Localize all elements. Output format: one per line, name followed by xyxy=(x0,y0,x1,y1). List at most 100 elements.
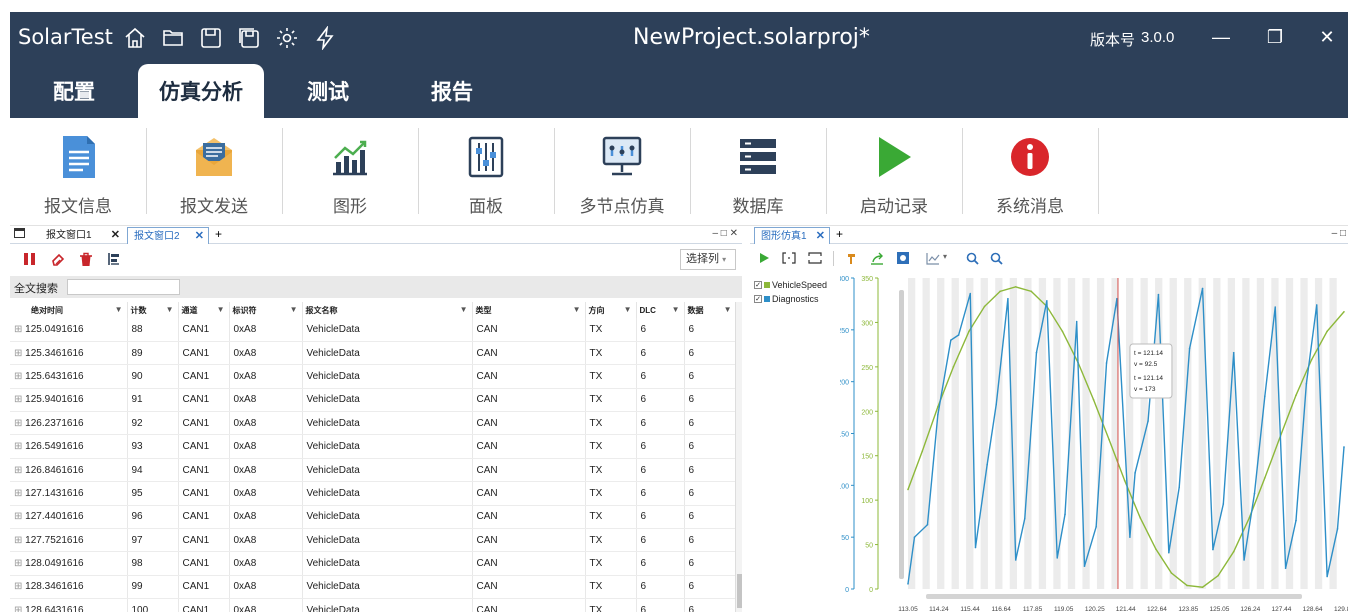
table-row[interactable]: ⊞ 127.4401616 96 CAN1 0xA8 VehicleData CAN TX 6… xyxy=(10,505,737,530)
lightning-icon[interactable] xyxy=(312,25,338,51)
ribbon-system-messages[interactable]: 系统消息 xyxy=(962,128,1098,220)
expand-icon[interactable]: ⊞ xyxy=(14,418,25,429)
column-header[interactable]: 通道 ▼ xyxy=(178,302,230,318)
ribbon-multinode-sim[interactable]: 多节点仿真 xyxy=(554,128,690,220)
filter-icon[interactable]: ▼ xyxy=(217,305,225,314)
chevron-down-icon[interactable]: ▾ xyxy=(943,252,947,261)
fit-height-icon[interactable] xyxy=(808,252,822,264)
table-row[interactable]: ⊞ 128.0491616 98 CAN1 0xA8 VehicleData CAN TX 6… xyxy=(10,551,737,576)
zoom-in-icon[interactable] xyxy=(966,252,979,265)
tab-message-window-1[interactable]: 报文窗口1 ✕ xyxy=(40,227,124,244)
close-button[interactable]: ✕ xyxy=(1312,22,1342,52)
column-header[interactable]: 绝对时间 ▼ xyxy=(10,302,128,318)
pause-icon[interactable] xyxy=(22,251,38,267)
signal-chart[interactable]: 0 50 100 150 200 250 300 0 50 100 150 200 250 300 350 1… xyxy=(840,270,1348,612)
eraser-icon[interactable] xyxy=(50,251,66,267)
align-list-icon[interactable] xyxy=(106,251,122,267)
legend-item-diagnostics[interactable]: ✓ Diagnostics xyxy=(754,292,827,306)
save-icon[interactable] xyxy=(198,25,224,51)
filter-icon[interactable]: ▼ xyxy=(460,305,468,314)
expand-icon[interactable]: ⊞ xyxy=(14,605,25,612)
screenshot-icon[interactable] xyxy=(896,251,910,265)
column-header[interactable]: 方向 ▼ xyxy=(585,302,637,318)
window-list-icon[interactable] xyxy=(14,228,25,238)
ribbon-database[interactable]: 数据库 xyxy=(690,128,826,220)
vertical-zoom-handle[interactable] xyxy=(899,290,904,579)
table-row[interactable]: ⊞ 126.2371616 92 CAN1 0xA8 VehicleData CAN TX 6… xyxy=(10,411,737,436)
trash-icon[interactable] xyxy=(78,251,94,267)
zoom-out-icon[interactable] xyxy=(990,252,1003,265)
filter-icon[interactable]: ▼ xyxy=(115,305,123,314)
restore-button[interactable]: ❐ xyxy=(1260,22,1290,52)
table-row[interactable]: ⊞ 128.6431616 100 CAN1 0xA8 VehicleData CAN TX… xyxy=(10,598,737,612)
tab-simulation-analysis[interactable]: 仿真分析 xyxy=(138,64,264,118)
filter-icon[interactable]: ▼ xyxy=(624,305,632,314)
filter-icon[interactable]: ▼ xyxy=(724,305,732,314)
gear-icon[interactable] xyxy=(274,25,300,51)
expand-icon[interactable]: ⊞ xyxy=(14,581,25,592)
expand-icon[interactable]: ⊞ xyxy=(14,348,25,359)
table-row[interactable]: ⊞ 125.0491616 88 CAN1 0xA8 VehicleData CAN TX 6… xyxy=(10,318,737,342)
table-scrollbar[interactable] xyxy=(735,302,742,612)
column-header[interactable]: DLC ▼ xyxy=(636,302,685,318)
filter-icon[interactable]: ▼ xyxy=(166,305,174,314)
column-header[interactable]: 数据 ▼ xyxy=(684,302,737,318)
expand-icon[interactable]: ⊞ xyxy=(14,394,25,405)
tab-report[interactable]: 报告 xyxy=(396,64,508,118)
filter-icon[interactable]: ▼ xyxy=(290,305,298,314)
table-row[interactable]: ⊞ 125.9401616 91 CAN1 0xA8 VehicleData CAN TX 6… xyxy=(10,388,737,413)
close-tab-icon[interactable]: ✕ xyxy=(111,227,120,244)
ribbon-graph[interactable]: 图形 xyxy=(282,128,418,220)
save-as-icon[interactable] xyxy=(236,25,262,51)
expand-icon[interactable]: ⊞ xyxy=(14,511,25,522)
home-icon[interactable] xyxy=(122,25,148,51)
tab-graph-sim-1[interactable]: 图形仿真1 ✕ xyxy=(754,227,830,244)
add-tab-button[interactable]: + xyxy=(836,227,843,241)
folder-icon[interactable] xyxy=(160,25,186,51)
tab-config[interactable]: 配置 xyxy=(18,64,130,118)
expand-icon[interactable]: ⊞ xyxy=(14,488,25,499)
filter-icon[interactable]: ▼ xyxy=(573,305,581,314)
expand-icon[interactable]: ⊞ xyxy=(14,441,25,452)
pane-window-controls[interactable]: – □ ✕ xyxy=(712,228,738,239)
close-tab-icon[interactable]: ✕ xyxy=(195,228,204,245)
ribbon-panel[interactable]: 面板 xyxy=(418,128,554,220)
table-row[interactable]: ⊞ 127.1431616 95 CAN1 0xA8 VehicleData CAN TX 6… xyxy=(10,481,737,506)
fit-width-icon[interactable] xyxy=(782,252,796,264)
table-row[interactable]: ⊞ 125.6431616 90 CAN1 0xA8 VehicleData CAN TX 6… xyxy=(10,364,737,389)
export-icon[interactable] xyxy=(870,252,884,265)
expand-icon[interactable]: ⊞ xyxy=(14,535,25,546)
column-header[interactable]: 计数 ▼ xyxy=(127,302,179,318)
table-row[interactable]: ⊞ 125.3461616 89 CAN1 0xA8 VehicleData CAN TX 6… xyxy=(10,341,737,366)
ribbon-start-record[interactable]: 启动记录 xyxy=(826,128,962,220)
pane-window-controls[interactable]: – □ xyxy=(1332,228,1346,239)
select-columns-dropdown[interactable]: 选择列 ▾ xyxy=(680,249,736,270)
minimize-button[interactable]: — xyxy=(1206,22,1236,52)
ribbon-message-send[interactable]: 报文发送 xyxy=(146,128,282,220)
expand-icon[interactable]: ⊞ xyxy=(14,324,25,335)
play-icon[interactable] xyxy=(758,252,770,264)
table-row[interactable]: ⊞ 127.7521616 97 CAN1 0xA8 VehicleData CAN TX 6… xyxy=(10,528,737,553)
table-row[interactable]: ⊞ 128.3461616 99 CAN1 0xA8 VehicleData CAN TX 6… xyxy=(10,575,737,600)
checkbox[interactable]: ✓ xyxy=(754,295,762,303)
column-header[interactable]: 标识符 ▼ xyxy=(229,302,303,318)
table-row[interactable]: ⊞ 126.8461616 94 CAN1 0xA8 VehicleData CAN TX 6… xyxy=(10,458,737,483)
table-row[interactable]: ⊞ 126.5491616 93 CAN1 0xA8 VehicleData CAN TX 6… xyxy=(10,434,737,459)
expand-icon[interactable]: ⊞ xyxy=(14,465,25,476)
scrollbar-thumb[interactable] xyxy=(737,574,742,608)
legend-item-vehiclespeed[interactable]: ✓ VehicleSpeed xyxy=(754,278,827,292)
marker-icon[interactable] xyxy=(846,252,859,265)
line-chart-icon[interactable] xyxy=(926,252,940,265)
expand-icon[interactable]: ⊞ xyxy=(14,371,25,382)
search-input[interactable] xyxy=(67,279,180,295)
horizontal-scrollbar[interactable] xyxy=(926,594,1302,599)
expand-icon[interactable]: ⊞ xyxy=(14,558,25,569)
tab-test[interactable]: 测试 xyxy=(272,64,384,118)
filter-icon[interactable]: ▼ xyxy=(672,305,680,314)
add-tab-button[interactable]: + xyxy=(215,227,222,241)
tab-message-window-2[interactable]: 报文窗口2 ✕ xyxy=(127,227,209,244)
ribbon-message-info[interactable]: 报文信息 xyxy=(10,128,146,220)
close-tab-icon[interactable]: ✕ xyxy=(816,228,825,245)
column-header[interactable]: 类型 ▼ xyxy=(472,302,586,318)
column-header[interactable]: 报文名称 ▼ xyxy=(302,302,473,318)
